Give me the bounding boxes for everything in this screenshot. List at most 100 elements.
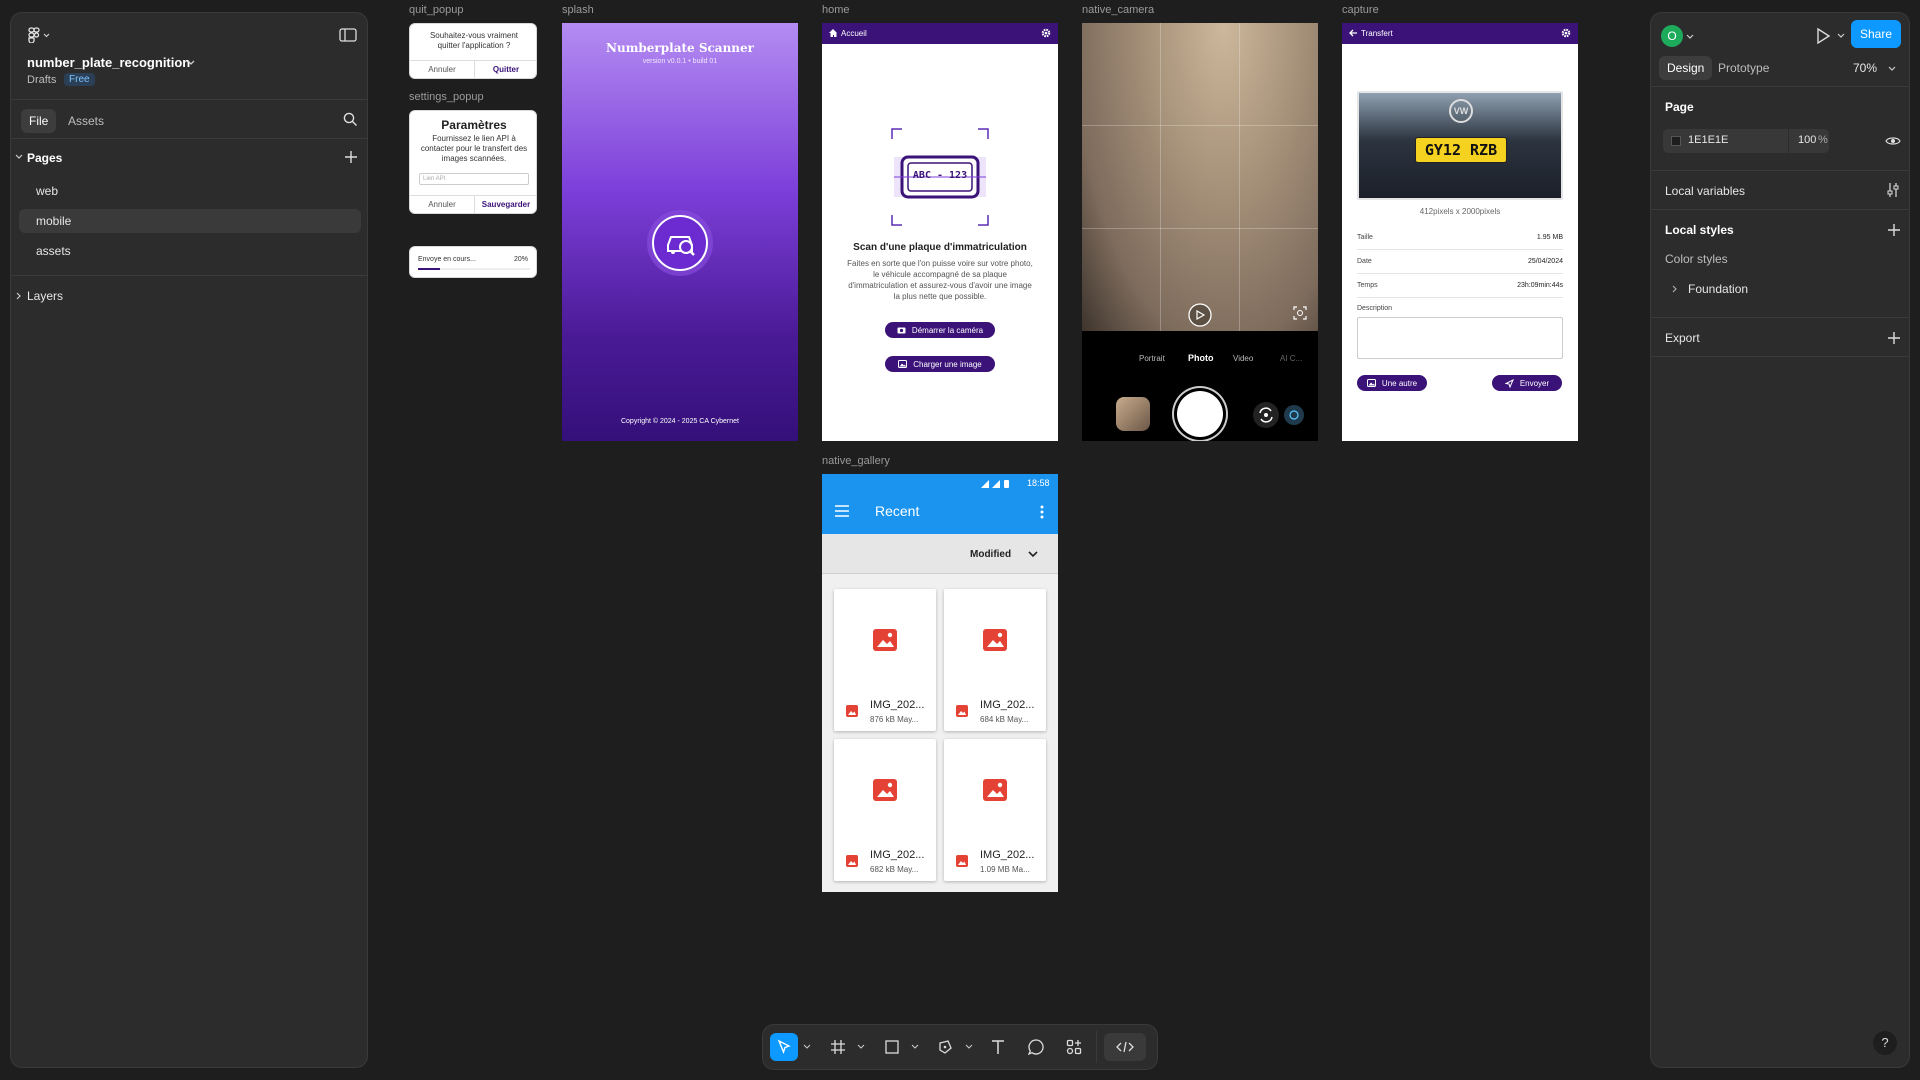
file-name[interactable]: number_plate_recognition (27, 55, 190, 70)
more-options-icon[interactable] (1040, 505, 1044, 519)
play-icon[interactable] (1815, 27, 1831, 45)
frame-label-quit-popup[interactable]: quit_popup (409, 4, 463, 16)
camera-viewfinder[interactable] (1082, 23, 1318, 331)
tab-file[interactable]: File (21, 109, 57, 133)
share-button[interactable]: Share (1851, 20, 1901, 48)
frame-label-home[interactable]: home (822, 4, 850, 16)
frame-label-capture[interactable]: capture (1342, 4, 1379, 16)
chevron-down-icon[interactable] (186, 59, 196, 67)
settings-popup-frame[interactable]: Paramètres Fournissez le lien API à cont… (409, 110, 537, 214)
zoom-level[interactable]: 70% (1853, 61, 1877, 75)
chevron-down-icon[interactable] (910, 1033, 920, 1061)
settings-title: Paramètres (441, 118, 507, 132)
rectangle-tool-icon[interactable] (878, 1033, 906, 1061)
comment-tool-icon[interactable] (1022, 1033, 1050, 1061)
dev-mode-icon[interactable] (1104, 1033, 1146, 1061)
chevron-down-icon[interactable] (14, 153, 24, 161)
capture-frame[interactable]: Transfert VW GY12 RZB 412pixels x 2000pi… (1342, 23, 1578, 441)
help-button[interactable]: ? (1873, 1031, 1897, 1055)
description-field[interactable] (1357, 317, 1563, 359)
chevron-down-icon[interactable] (802, 1033, 812, 1061)
pen-tool-icon[interactable] (932, 1033, 960, 1061)
page-opacity-value[interactable]: 100 (1798, 134, 1816, 146)
chevron-down-icon[interactable] (856, 1033, 866, 1061)
add-style-icon[interactable] (1887, 223, 1901, 237)
chevron-down-icon[interactable] (1028, 551, 1038, 559)
home-icon[interactable] (828, 28, 838, 38)
api-url-input[interactable]: Lien API (419, 173, 529, 185)
gear-icon[interactable] (1041, 28, 1051, 38)
gallery-item[interactable]: IMG_202... 1.09 MB Ma... (944, 739, 1046, 881)
workspace-name[interactable]: Drafts (27, 74, 56, 86)
frame-label-settings-popup[interactable]: settings_popup (409, 91, 484, 103)
layers-heading[interactable]: Layers (27, 289, 63, 303)
tab-prototype[interactable]: Prototype (1710, 56, 1777, 80)
user-avatar[interactable]: O (1661, 25, 1683, 47)
add-export-icon[interactable] (1887, 331, 1901, 345)
quit-popup-frame[interactable]: Souhaitez-vous vraiment quitter l'applic… (409, 23, 537, 79)
start-camera-button[interactable]: Démarrer la caméra (885, 322, 995, 338)
move-tool-icon[interactable] (770, 1033, 798, 1061)
send-button[interactable]: Envoyer (1492, 375, 1562, 391)
frame-tool-icon[interactable] (824, 1033, 852, 1061)
home-frame[interactable]: Accueil ABC - 123 Scan d'une plaque d'im… (822, 23, 1058, 441)
foundation-style-group[interactable]: Foundation (1688, 282, 1748, 296)
splash-frame[interactable]: Numberplate Scanner version v0.0.1 • bui… (562, 23, 798, 441)
search-icon[interactable] (343, 112, 358, 127)
gallery-item[interactable]: IMG_202... 682 kB May... (834, 739, 936, 881)
camera-mode-ai[interactable]: AI C... (1280, 354, 1318, 363)
hamburger-menu-icon[interactable] (835, 505, 849, 517)
eye-icon[interactable] (1885, 134, 1901, 148)
page-item-mobile[interactable]: mobile (19, 209, 361, 233)
camera-mode-photo[interactable]: Photo (1188, 353, 1214, 363)
actions-tool-icon[interactable] (1060, 1033, 1088, 1061)
chevron-down-icon[interactable] (1685, 33, 1695, 41)
text-tool-icon[interactable] (984, 1033, 1012, 1061)
another-image-button[interactable]: Une autre (1357, 375, 1427, 391)
frame-label-splash[interactable]: splash (562, 4, 594, 16)
gallery-item[interactable]: IMG_202... 876 kB May... (834, 589, 936, 731)
chevron-down-icon[interactable] (964, 1033, 974, 1061)
progress-fill (418, 268, 441, 270)
tab-design[interactable]: Design (1659, 56, 1713, 80)
gallery-item[interactable]: IMG_202... 684 kB May... (944, 589, 1046, 731)
load-image-button[interactable]: Charger une image (885, 356, 995, 372)
sidebar-toggle-icon[interactable] (339, 27, 357, 43)
native-camera-frame[interactable]: Portrait Photo Video AI C... (1082, 23, 1318, 441)
page-color-field[interactable]: 1E1E1E 100 % (1663, 129, 1829, 153)
sort-label[interactable]: Modified (970, 549, 1011, 560)
variables-settings-icon[interactable] (1886, 182, 1900, 198)
quit-confirm-button[interactable]: Quitter (474, 65, 536, 74)
shutter-button[interactable] (1177, 391, 1223, 437)
page-color-swatch[interactable] (1671, 136, 1681, 146)
chevron-right-icon[interactable] (14, 291, 24, 301)
back-arrow-icon[interactable] (1348, 28, 1358, 38)
frame-label-native-gallery[interactable]: native_gallery (822, 455, 890, 467)
local-variables-label[interactable]: Local variables (1665, 184, 1745, 198)
capture-overlay-icon[interactable] (1188, 303, 1212, 327)
quit-cancel-button[interactable]: Annuler (410, 65, 474, 74)
page-item-assets[interactable]: assets (19, 239, 361, 263)
lens-icon[interactable] (1283, 404, 1305, 426)
settings-save-button[interactable]: Sauvegarder (474, 200, 536, 209)
page-item-web[interactable]: web (19, 179, 361, 203)
frame-label-native-camera[interactable]: native_camera (1082, 4, 1154, 16)
focus-icon[interactable] (1292, 305, 1308, 321)
gallery-thumbnail[interactable] (1116, 397, 1150, 431)
tab-assets[interactable]: Assets (60, 109, 112, 133)
figma-menu-icon[interactable] (27, 27, 53, 43)
quit-question: Souhaitez-vous vraiment quitter l'applic… (429, 31, 519, 50)
add-page-icon[interactable] (344, 150, 358, 164)
camera-mode-video[interactable]: Video (1233, 354, 1253, 363)
settings-cancel-button[interactable]: Annuler (410, 200, 474, 209)
camera-mode-portrait[interactable]: Portrait (1139, 354, 1165, 363)
switch-camera-icon[interactable] (1252, 401, 1280, 429)
gear-icon[interactable] (1561, 28, 1571, 38)
page-color-value[interactable]: 1E1E1E (1688, 134, 1728, 146)
chevron-right-icon[interactable] (1671, 284, 1679, 294)
native-gallery-frame[interactable]: 18:58 Recent Modified IMG_202... 876 kB M… (822, 474, 1058, 892)
chevron-down-icon[interactable] (1887, 65, 1897, 73)
image-placeholder-icon (873, 629, 897, 651)
chevron-down-icon[interactable] (1836, 32, 1846, 40)
progress-popup-frame[interactable]: Envoye en cours... 20% (409, 246, 537, 278)
